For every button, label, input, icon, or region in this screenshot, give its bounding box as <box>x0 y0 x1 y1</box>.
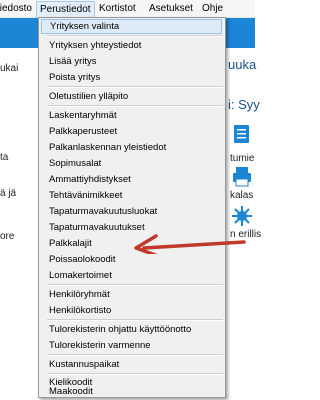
menu-item-maakoodit[interactable]: Maakoodit <box>49 386 93 398</box>
menu-item-sopimusalat[interactable]: Sopimusalat <box>49 156 101 171</box>
menu-item-kustannuspaikat[interactable]: Kustannuspaikat <box>49 357 119 372</box>
bg-subtitle: i: Syy <box>228 97 260 112</box>
menu-item-tulorekisterin-varmenne[interactable]: Tulorekisterin varmenne <box>49 338 151 353</box>
menu-item-henkiloryhmat[interactable]: Henkilöryhmät <box>49 287 110 302</box>
menu-item-oletustilien-yllapito[interactable]: Oletustilien ylläpito <box>49 89 128 104</box>
menu-separator <box>47 319 223 321</box>
menu-item-yrityksen-valinta[interactable]: Yrityksen valinta <box>41 19 222 34</box>
menu-item-tapaturmavakuutusluokat[interactable]: Tapaturmavakuutusluokat <box>49 204 157 219</box>
menu-item-palkkaperusteet[interactable]: Palkkaperusteet <box>49 124 117 139</box>
menu-item-palkanlaskennan-yleistiedot[interactable]: Palkanlaskennan yleistiedot <box>49 140 166 155</box>
menu-gutter <box>39 18 47 397</box>
menu-perustiedot[interactable]: Perustiedot <box>36 1 95 18</box>
perustiedot-dropdown: Yrityksen valinta Yrityksen yhteystiedot… <box>38 17 226 398</box>
bg-text-right: kalas <box>230 190 254 201</box>
bg-text-left: ä jä <box>0 188 17 199</box>
bg-text-left: ukai <box>0 63 19 74</box>
menu-asetukset[interactable]: Asetukset <box>146 2 196 16</box>
menu-item-lomakertoimet[interactable]: Lomakertoimet <box>49 268 112 283</box>
menubar: Tiedosto Perustiedot Kortistot Asetukset… <box>0 0 255 18</box>
bg-text-left: ore <box>0 231 15 242</box>
menu-separator <box>47 354 223 356</box>
menu-item-palkkalajit[interactable]: Palkkalajit <box>49 236 92 251</box>
bg-text-left: ta <box>0 152 9 163</box>
annotation-arrow-icon <box>134 234 246 254</box>
menu-item-poista-yritys[interactable]: Poista yritys <box>49 70 100 85</box>
menu-separator <box>47 105 223 107</box>
document-icon[interactable] <box>232 123 252 145</box>
menu-item-tulorekisterin-kayttoonotto[interactable]: Tulorekisterin ohjattu käyttöönotto <box>49 322 191 337</box>
printer-icon[interactable] <box>232 166 252 188</box>
menu-item-yrityksen-yhteystiedot[interactable]: Yrityksen yhteystiedot <box>49 38 141 53</box>
menu-separator <box>47 35 223 37</box>
menu-separator <box>47 284 223 286</box>
menu-item-poissaolokoodit[interactable]: Poissaolokoodit <box>49 252 116 267</box>
menu-item-henkilokortisto[interactable]: Henkilökortisto <box>49 303 111 318</box>
menu-item-lisaa-yritys[interactable]: Lisää yritys <box>49 54 97 69</box>
menu-item-ammattiyhdistykset[interactable]: Ammattiyhdistykset <box>49 172 131 187</box>
menu-item-tehtavanimikkeet[interactable]: Tehtävänimikkeet <box>49 188 122 203</box>
menu-separator <box>47 86 223 88</box>
bg-text-right: tumie <box>230 153 255 164</box>
menu-item-laskentaryhmat[interactable]: Laskentaryhmät <box>49 108 117 123</box>
menu-ohje[interactable]: Ohje <box>199 2 226 16</box>
menu-tiedosto[interactable]: Tiedosto <box>0 2 35 16</box>
menu-kortistot[interactable]: Kortistot <box>96 2 139 16</box>
bg-title: uuka <box>228 57 257 72</box>
settings-icon[interactable] <box>232 205 252 227</box>
